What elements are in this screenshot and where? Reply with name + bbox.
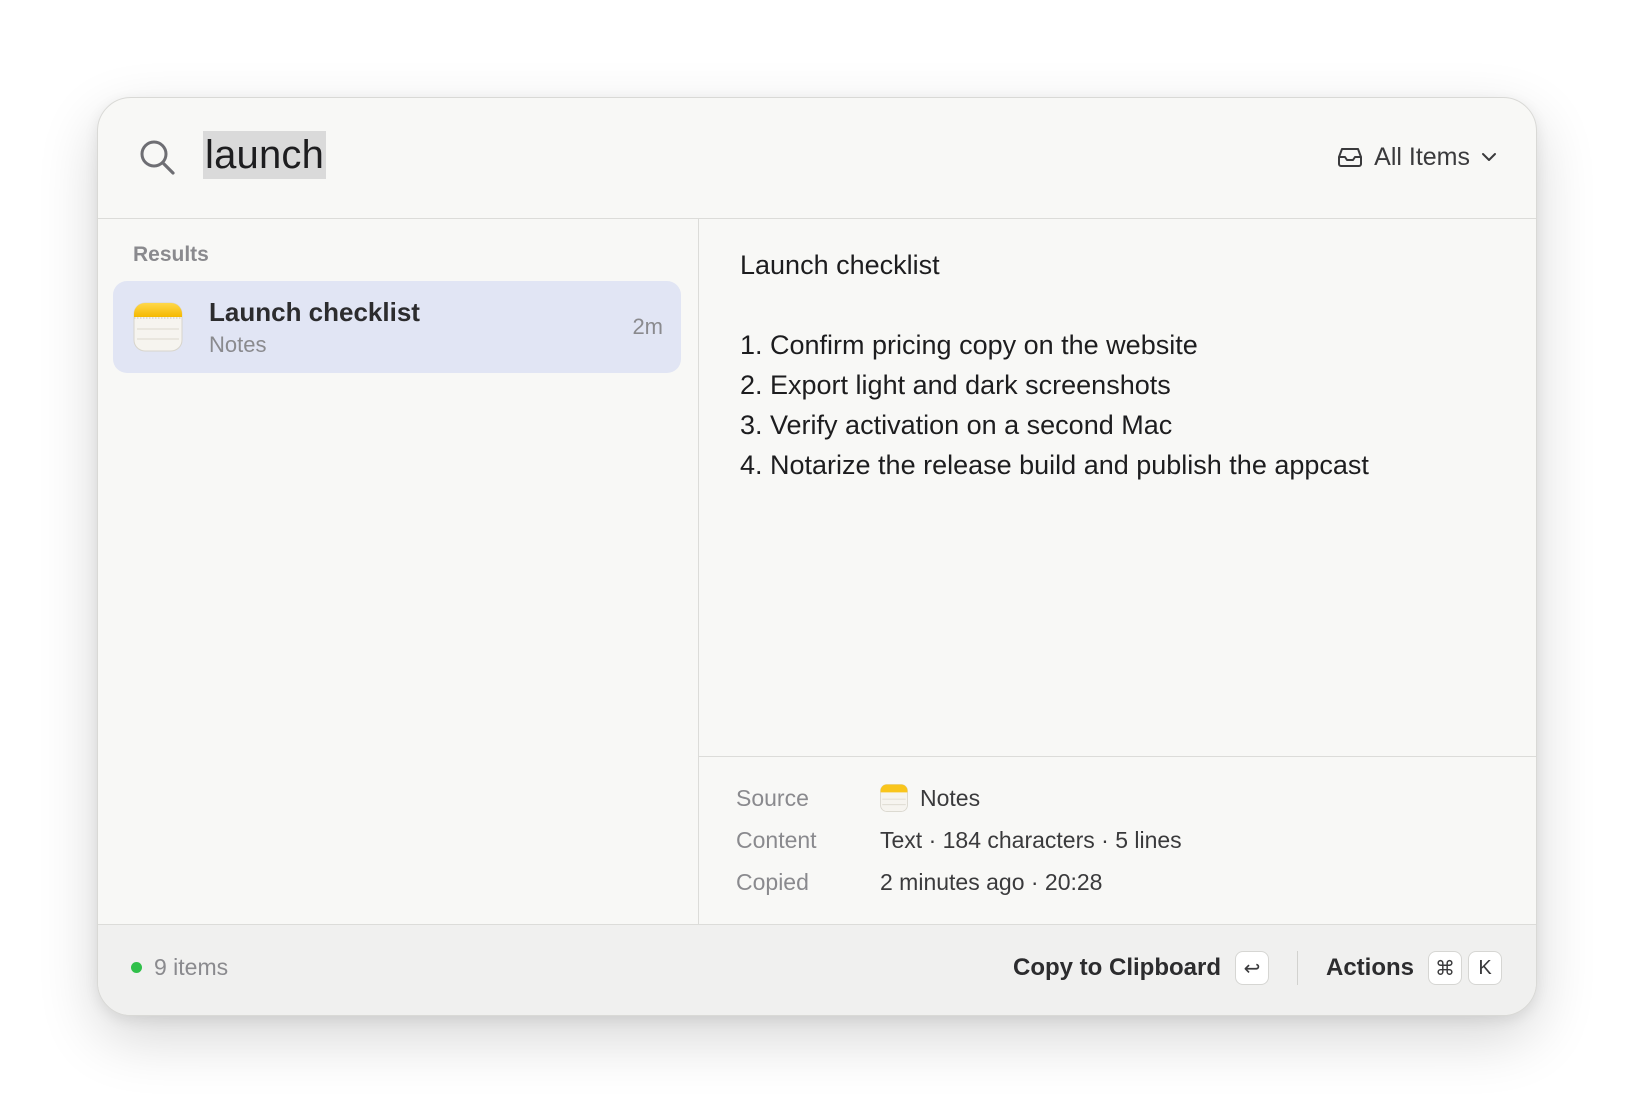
preview-line: 4. Notarize the release build and publis…	[740, 450, 1369, 480]
metadata-row-copied: Copied 2 minutes ago · 20:28	[736, 865, 1102, 899]
metadata-row-content: Content Text · 184 characters · 5 lines	[736, 823, 1182, 857]
copy-to-clipboard-label: Copy to Clipboard	[1013, 954, 1221, 981]
metadata-row-source: Source Notes	[736, 781, 980, 815]
status-dot	[131, 962, 142, 973]
preview-line: Launch checklist	[740, 250, 940, 280]
footer-actions: Copy to Clipboard ↩ Actions ⌘ K	[1013, 951, 1502, 985]
filter-label: All Items	[1374, 142, 1470, 171]
notes-app-icon	[880, 784, 908, 812]
preview-text: Launch checklist 1. Confirm pricing copy…	[740, 245, 1506, 485]
metadata-panel: Source Notes Content Text · 184 characte…	[699, 756, 1536, 926]
result-time: 2m	[632, 314, 663, 339]
return-key-icon: ↩	[1234, 951, 1269, 985]
actions-button[interactable]: Actions ⌘ K	[1326, 951, 1502, 985]
search-icon	[140, 140, 175, 175]
results-section-label: Results	[133, 243, 209, 266]
preview-line	[740, 285, 1506, 325]
result-item-launch-checklist[interactable]: Launch checklist Notes 2m	[113, 281, 681, 373]
item-count: 9 items	[154, 954, 229, 980]
search-header: launch All Items	[98, 98, 1536, 219]
footer-divider	[1296, 951, 1298, 985]
preview-line: 3. Verify activation on a second Mac	[740, 410, 1173, 440]
result-title: Launch checklist	[209, 297, 420, 327]
metadata-value: 2 minutes ago · 20:28	[880, 869, 1103, 895]
preview-line: 1. Confirm pricing copy on the website	[740, 330, 1198, 360]
k-key: K	[1468, 951, 1502, 985]
launcher-window: launch All Items Results Launch checklis…	[97, 97, 1537, 1016]
results-pane: Results Launch checklist Notes 2m	[98, 219, 699, 925]
search-input[interactable]: launch	[203, 131, 327, 179]
filter-dropdown[interactable]: All Items	[1336, 142, 1498, 172]
actions-label: Actions	[1325, 954, 1414, 981]
preview-pane: Launch checklist 1. Confirm pricing copy…	[699, 219, 1536, 925]
metadata-value: Notes	[880, 781, 980, 815]
tray-icon	[1338, 148, 1363, 167]
metadata-key: Source	[736, 785, 809, 811]
metadata-key: Copied	[736, 869, 809, 895]
result-subtitle: Notes	[209, 332, 267, 357]
status-indicator: 9 items	[131, 954, 228, 981]
source-name: Notes	[920, 785, 981, 811]
chevron-down-icon	[1482, 153, 1496, 161]
metadata-key: Content	[736, 827, 817, 853]
footer-bar: 9 items Copy to Clipboard ↩ Actions ⌘ K	[98, 924, 1536, 1015]
metadata-value: Text · 184 characters · 5 lines	[880, 827, 1182, 853]
preview-line: 2. Export light and dark screenshots	[740, 370, 1171, 400]
copy-to-clipboard-button[interactable]: Copy to Clipboard ↩	[1013, 951, 1269, 985]
command-key-icon: ⌘	[1428, 951, 1462, 985]
shortcut-keys: ⌘ K	[1428, 951, 1502, 985]
notes-app-icon	[133, 302, 183, 352]
